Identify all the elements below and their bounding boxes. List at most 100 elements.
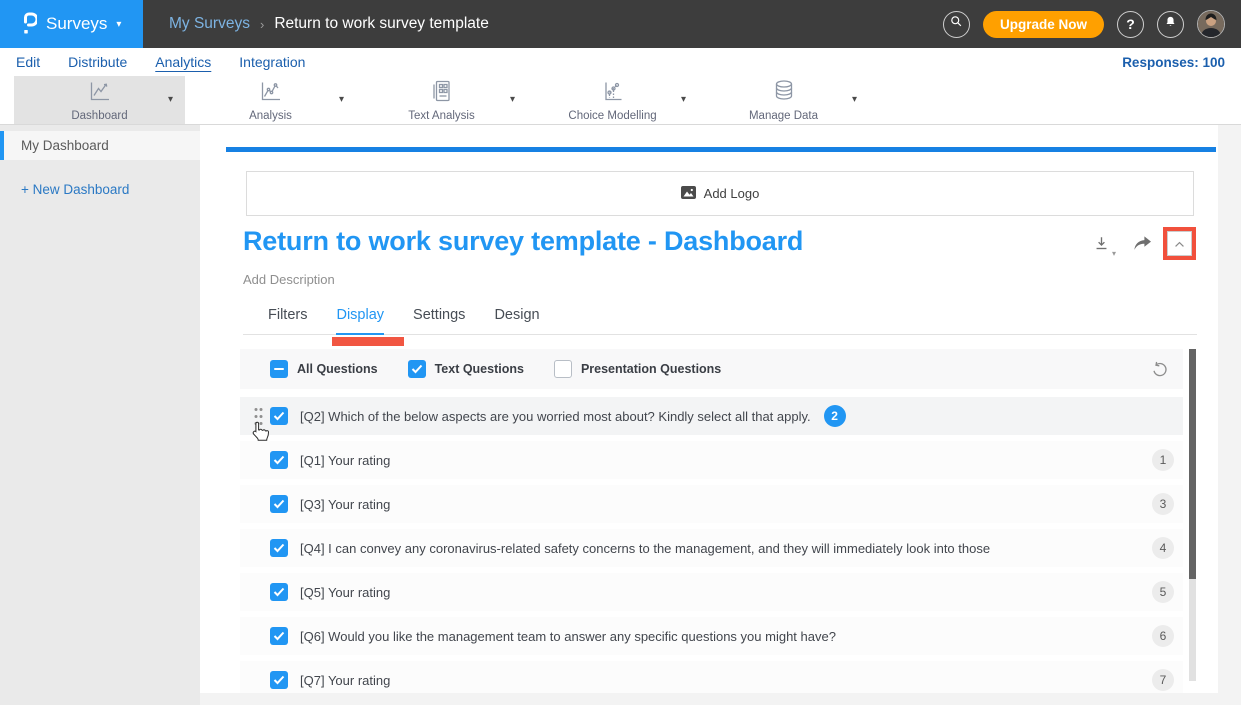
- chevron-down-icon[interactable]: ▾: [681, 94, 686, 105]
- product-switcher[interactable]: Surveys ▾: [0, 0, 143, 48]
- tab-settings[interactable]: Settings: [413, 307, 465, 335]
- question-checkbox[interactable]: [270, 627, 288, 645]
- ribbon-manage-data[interactable]: Manage Data ▾: [698, 76, 869, 124]
- search-button[interactable]: [943, 11, 970, 38]
- chevron-down-icon: ▾: [116, 19, 121, 30]
- reset-button[interactable]: [1151, 361, 1168, 378]
- tab-filters[interactable]: Filters: [268, 307, 307, 335]
- header-actions: Upgrade Now ?: [943, 10, 1241, 38]
- question-checkbox[interactable]: [270, 407, 288, 425]
- annotation-box: [1163, 227, 1196, 260]
- nav-distribute[interactable]: Distribute: [68, 54, 127, 70]
- question-order-badge: 2: [824, 405, 846, 427]
- image-icon: [681, 186, 696, 202]
- question-order-badge: 6: [1152, 625, 1174, 647]
- sidebar-item-my-dashboard[interactable]: My Dashboard: [0, 131, 200, 160]
- question-order-badge: 3: [1152, 493, 1174, 515]
- download-icon: [1092, 235, 1111, 258]
- question-text: [Q1] Your rating: [300, 453, 390, 468]
- tab-design[interactable]: Design: [494, 307, 539, 335]
- scatter-chart-icon: [600, 78, 626, 109]
- question-row-q7[interactable]: [Q7] Your rating 7: [240, 661, 1183, 693]
- chevron-down-icon: ▾: [1112, 249, 1116, 258]
- tab-display[interactable]: Display: [336, 307, 384, 335]
- ribbon-label: Manage Data: [749, 110, 818, 122]
- dashboard-title[interactable]: Return to work survey template - Dashboa…: [243, 226, 803, 257]
- question-order-badge: 5: [1152, 581, 1174, 603]
- question-text: [Q3] Your rating: [300, 497, 390, 512]
- filter-label: All Questions: [297, 362, 378, 376]
- breadcrumb-my-surveys[interactable]: My Surveys: [169, 15, 250, 33]
- questionpro-logo-icon: [22, 9, 37, 40]
- add-description-button[interactable]: Add Description: [243, 272, 335, 287]
- product-name: Surveys: [46, 14, 107, 34]
- filter-label: Presentation Questions: [581, 362, 721, 376]
- chevron-down-icon[interactable]: ▾: [339, 94, 344, 105]
- analytics-ribbon: Dashboard ▾ Analysis ▾ Text Analysis ▾ C…: [0, 76, 1241, 125]
- question-row-q5[interactable]: [Q5] Your rating 5: [240, 573, 1183, 611]
- upgrade-now-button[interactable]: Upgrade Now: [983, 11, 1104, 38]
- question-row-q6[interactable]: [Q6] Would you like the management team …: [240, 617, 1183, 655]
- ribbon-analysis[interactable]: Analysis ▾: [185, 76, 356, 124]
- chevron-down-icon[interactable]: ▾: [852, 94, 857, 105]
- question-checkbox[interactable]: [270, 539, 288, 557]
- filter-text-questions[interactable]: Text Questions: [408, 360, 524, 378]
- question-checkbox[interactable]: [270, 671, 288, 689]
- question-row-q4[interactable]: [Q4] I can convey any coronavirus-relate…: [240, 529, 1183, 567]
- responses-count: Responses: 100: [1122, 55, 1225, 70]
- question-text: [Q4] I can convey any coronavirus-relate…: [300, 541, 990, 556]
- question-row-q2[interactable]: [Q2] Which of the below aspects are you …: [240, 397, 1183, 435]
- collapse-panel-button[interactable]: [1167, 231, 1192, 256]
- filter-all-questions[interactable]: All Questions: [270, 360, 378, 378]
- share-button[interactable]: [1133, 235, 1152, 257]
- chevron-up-icon: [1174, 235, 1185, 253]
- chevron-down-icon[interactable]: ▾: [510, 94, 515, 105]
- text-grid-icon: [429, 78, 455, 109]
- chevron-down-icon[interactable]: ▾: [168, 94, 173, 105]
- breadcrumb-separator-icon: ›: [260, 17, 264, 32]
- help-icon: ?: [1126, 16, 1135, 32]
- notifications-button[interactable]: [1157, 11, 1184, 38]
- ribbon-label: Analysis: [249, 110, 292, 122]
- ribbon-choice-modelling[interactable]: Choice Modelling ▾: [527, 76, 698, 124]
- nav-integration[interactable]: Integration: [239, 54, 305, 70]
- checkbox-unchecked[interactable]: [554, 360, 572, 378]
- checkbox-checked[interactable]: [408, 360, 426, 378]
- breadcrumb: My Surveys › Return to work survey templ…: [169, 15, 943, 33]
- line-chart-icon: [87, 78, 113, 109]
- question-checkbox[interactable]: [270, 451, 288, 469]
- scrollbar-track[interactable]: [1189, 349, 1196, 681]
- ribbon-text-analysis[interactable]: Text Analysis ▾: [356, 76, 527, 124]
- breadcrumb-current: Return to work survey template: [274, 15, 489, 33]
- checkbox-indeterminate[interactable]: [270, 360, 288, 378]
- sidebar-item-label: My Dashboard: [21, 138, 109, 153]
- minus-icon: [274, 368, 284, 371]
- question-text: [Q5] Your rating: [300, 585, 390, 600]
- annotation-underline: [332, 337, 404, 346]
- search-icon: [949, 14, 964, 34]
- question-order-badge: 1: [1152, 449, 1174, 471]
- question-checkbox[interactable]: [270, 495, 288, 513]
- dashboard-panel: Add Logo Return to work survey template …: [200, 125, 1218, 693]
- question-filter-bar: All Questions Text Questions Presentatio…: [240, 349, 1183, 389]
- new-dashboard-button[interactable]: + New Dashboard: [21, 182, 200, 197]
- question-text: [Q6] Would you like the management team …: [300, 629, 836, 644]
- add-logo-label: Add Logo: [704, 186, 760, 201]
- filter-presentation-questions[interactable]: Presentation Questions: [554, 360, 721, 378]
- help-button[interactable]: ?: [1117, 11, 1144, 38]
- nav-edit[interactable]: Edit: [16, 54, 40, 70]
- ribbon-label: Dashboard: [71, 110, 127, 122]
- drag-handle-icon[interactable]: [254, 407, 263, 431]
- user-avatar[interactable]: [1197, 10, 1225, 38]
- scrollbar-thumb[interactable]: [1189, 349, 1196, 579]
- question-text: [Q2] Which of the below aspects are you …: [300, 409, 811, 424]
- ribbon-label: Choice Modelling: [568, 110, 656, 122]
- add-logo-button[interactable]: Add Logo: [246, 171, 1194, 216]
- question-row-q1[interactable]: [Q1] Your rating 1: [240, 441, 1183, 479]
- top-header: Surveys ▾ My Surveys › Return to work su…: [0, 0, 1241, 48]
- download-button[interactable]: ▾: [1092, 235, 1116, 258]
- ribbon-dashboard[interactable]: Dashboard ▾: [14, 76, 185, 124]
- nav-analytics[interactable]: Analytics: [155, 54, 211, 70]
- question-checkbox[interactable]: [270, 583, 288, 601]
- question-row-q3[interactable]: [Q3] Your rating 3: [240, 485, 1183, 523]
